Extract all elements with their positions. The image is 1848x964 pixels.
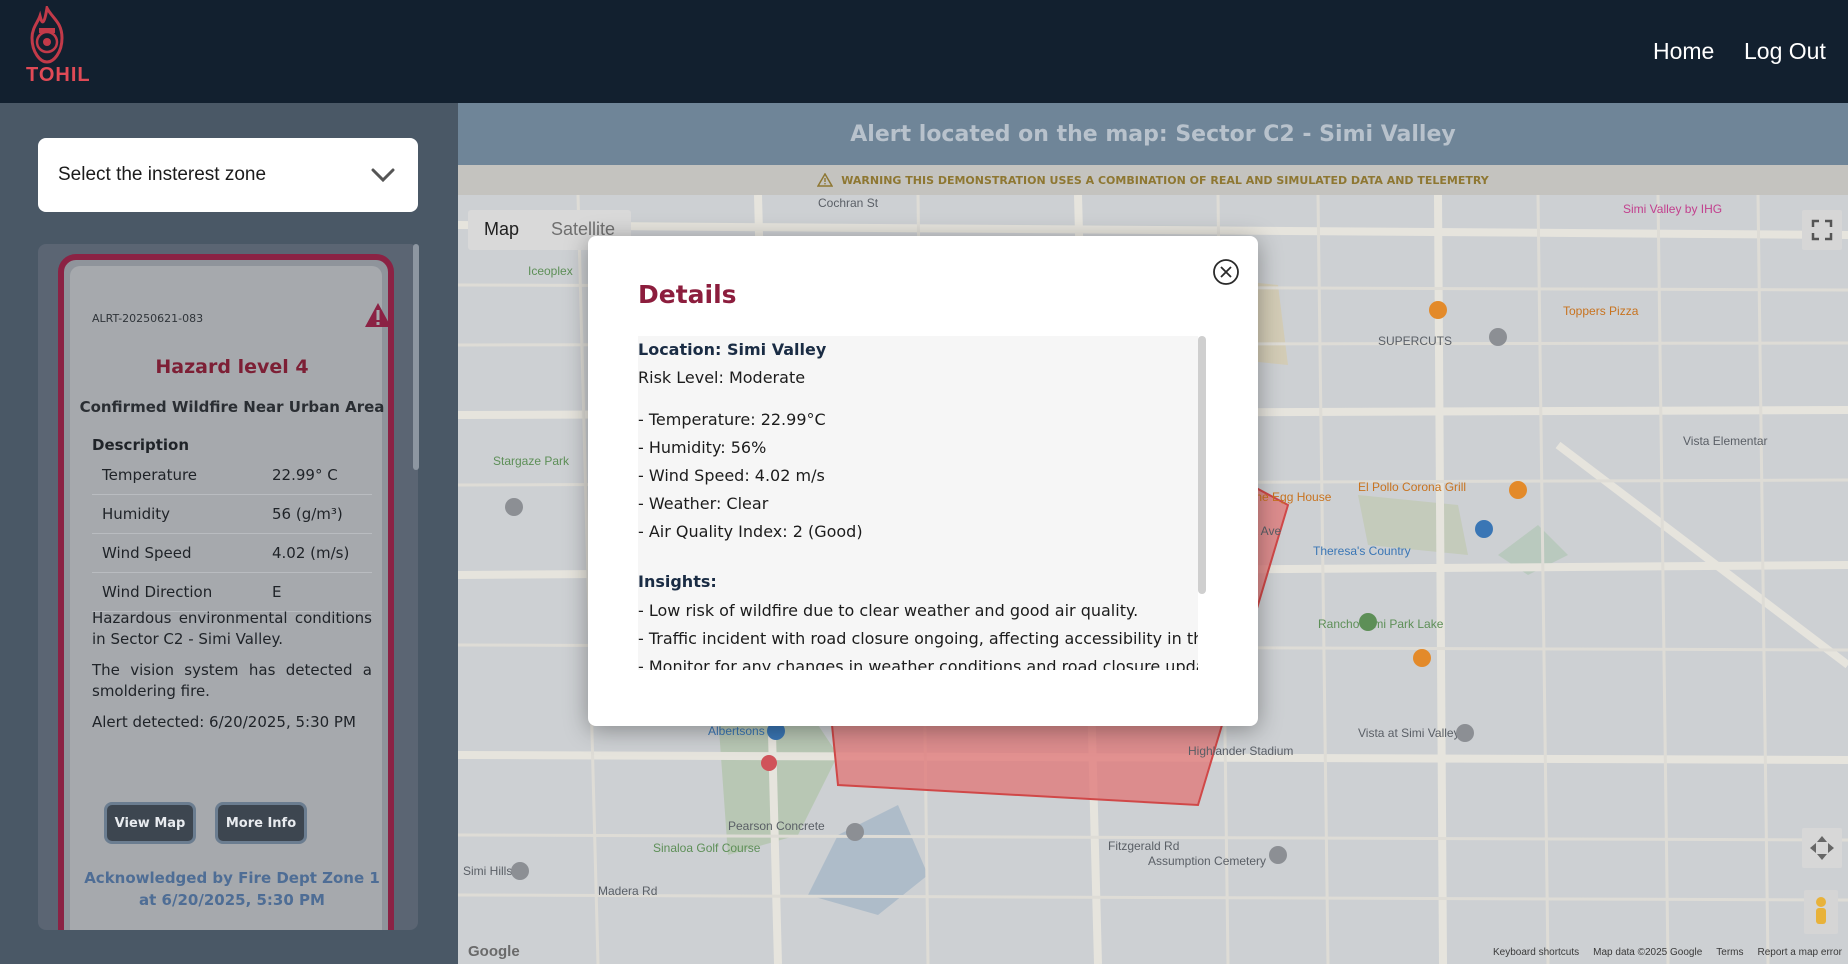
modal-title: Details — [638, 280, 737, 309]
insight-line: - Monitor for any changes in weather con… — [638, 657, 1198, 670]
metric-value: 22.99° C — [272, 466, 338, 484]
acknowledged-text: Acknowledged by Fire Dept Zone 1 at 6/20… — [64, 867, 400, 911]
details-modal: Details Location: Simi Valley Risk Level… — [588, 236, 1258, 726]
street-view-pegman[interactable] — [1804, 890, 1838, 934]
sidebar-scrollbar[interactable] — [413, 244, 419, 470]
rotate-icon — [1810, 836, 1834, 860]
zone-select[interactable]: Select the insterest zone — [38, 138, 418, 212]
map-label: SUPERCUTS — [1378, 334, 1452, 348]
metrics-table: Temperature 22.99° C Humidity 56 (g/m³) … — [92, 456, 372, 612]
map-rotate-control[interactable] — [1802, 828, 1842, 868]
google-logo: Google — [468, 943, 520, 960]
detail-line: - Air Quality Index: 2 (Good) — [638, 522, 863, 541]
map-label: Pearson Concrete — [728, 819, 825, 833]
map-title: Alert located on the map: Sector C2 - Si… — [458, 103, 1848, 165]
fullscreen-button[interactable] — [1802, 210, 1842, 250]
risk-level: Risk Level: Moderate — [638, 368, 806, 387]
alert-detected-time: Alert detected: 6/20/2025, 5:30 PM — [92, 713, 356, 731]
fullscreen-icon — [1811, 219, 1833, 241]
insights-label: Insights: — [638, 572, 717, 591]
alert-id: ALRT-20250621-083 — [92, 312, 204, 325]
insight-line: - Low risk of wildfire due to clear weat… — [638, 601, 1139, 620]
insight-line: - Traffic incident with road closure ong… — [638, 629, 1198, 648]
report-map-error-link[interactable]: Report a map error — [1758, 947, 1842, 958]
metric-value: E — [272, 583, 282, 601]
map-data-text: Map data ©2025 Google — [1593, 947, 1703, 958]
map-label: Rancho Simi Park Lake — [1318, 617, 1444, 631]
map-label: Cochran St — [818, 196, 879, 210]
logo-text: TOHIL — [26, 64, 91, 86]
map-label: Iceoplex — [528, 264, 573, 278]
detail-line: - Temperature: 22.99°C — [638, 410, 826, 429]
map-label: The Egg House — [1248, 490, 1332, 504]
ack-line-2: at 6/20/2025, 5:30 PM — [139, 891, 325, 909]
map-warning-banner: WARNING THIS DEMONSTRATION USES A COMBIN… — [458, 165, 1848, 195]
alert-vision-text: The vision system has detected a smolder… — [92, 661, 372, 700]
map-warning-text: WARNING THIS DEMONSTRATION USES A COMBIN… — [841, 173, 1489, 187]
sidebar: Select the insterest zone ALRT-20250621-… — [0, 103, 458, 964]
map-label: Simi Valley by IHG — [1623, 202, 1722, 216]
alert-description-text: Hazardous environmental conditions in Se… — [92, 609, 372, 648]
warning-icon — [817, 173, 834, 187]
chevron-down-icon — [371, 168, 395, 183]
pegman-icon — [1816, 897, 1826, 924]
map-label: Toppers Pizza — [1563, 304, 1639, 318]
metric-row-wind-speed: Wind Speed 4.02 (m/s) — [92, 534, 372, 573]
zone-select-placeholder: Select the insterest zone — [58, 164, 267, 185]
map-label: Assumption Cemetery — [1148, 854, 1266, 868]
modal-scrollbar[interactable] — [1198, 336, 1206, 594]
ack-line-1: Acknowledged by Fire Dept Zone 1 — [84, 869, 380, 887]
detail-line: - Wind Speed: 4.02 m/s — [638, 466, 825, 485]
map-label: Simi Hills — [463, 864, 512, 878]
detail-line: - Weather: Clear — [638, 494, 769, 513]
metric-row-wind-direction: Wind Direction E — [92, 573, 372, 612]
flame-logo-icon — [30, 3, 64, 64]
map-footer: Keyboard shortcuts Map data ©2025 Google… — [1493, 947, 1842, 958]
top-navbar: TOHIL Home Log Out — [0, 0, 1848, 103]
location-label: Location: Simi Valley — [638, 340, 827, 359]
warning-triangle-icon — [365, 303, 391, 327]
map-label: Highlander Stadium — [1188, 744, 1293, 758]
map-label: Vista at Simi Valley — [1358, 726, 1460, 740]
nav-home[interactable]: Home — [1653, 38, 1714, 65]
metric-value: 4.02 (m/s) — [272, 544, 350, 562]
metric-label: Wind Direction — [102, 583, 213, 601]
metric-value: 56 (g/m³) — [272, 505, 343, 523]
alert-list[interactable]: ALRT-20250621-083 Hazard level 4 Confirm… — [38, 244, 418, 930]
map-label: Vista Elementar — [1683, 434, 1768, 448]
close-icon[interactable] — [1212, 258, 1240, 286]
map-label: Theresa's Country — [1313, 544, 1411, 558]
view-map-button[interactable]: View Map — [104, 802, 196, 844]
description-label: Description — [92, 436, 190, 454]
alert-title: Confirmed Wildfire Near Urban Area — [79, 398, 385, 416]
alert-card: ALRT-20250621-083 Hazard level 4 Confirm… — [58, 254, 394, 930]
detail-line: - Humidity: 56% — [638, 438, 767, 457]
metric-row-temperature: Temperature 22.99° C — [92, 456, 372, 495]
hazard-level: Hazard level 4 — [155, 356, 309, 378]
keyboard-shortcuts-link[interactable]: Keyboard shortcuts — [1493, 947, 1579, 958]
more-info-button[interactable]: More Info — [215, 802, 307, 844]
map-label: Fitzgerald Rd — [1108, 839, 1179, 853]
nav-log-out[interactable]: Log Out — [1744, 38, 1826, 65]
map-type-map-button[interactable]: Map — [468, 210, 535, 250]
map-label: Stargaze Park — [493, 454, 570, 468]
metric-label: Humidity — [102, 505, 171, 523]
map-label: Albertsons — [708, 724, 765, 738]
metric-row-humidity: Humidity 56 (g/m³) — [92, 495, 372, 534]
terms-link[interactable]: Terms — [1716, 947, 1743, 958]
map-label: El Pollo Corona Grill — [1358, 480, 1466, 494]
map-label: Madera Rd — [598, 884, 657, 898]
map-label: Sinaloa Golf Course — [653, 841, 761, 855]
metric-label: Wind Speed — [102, 544, 192, 562]
metric-label: Temperature — [102, 466, 198, 484]
modal-content[interactable]: Location: Simi Valley Risk Level: Modera… — [638, 336, 1198, 670]
